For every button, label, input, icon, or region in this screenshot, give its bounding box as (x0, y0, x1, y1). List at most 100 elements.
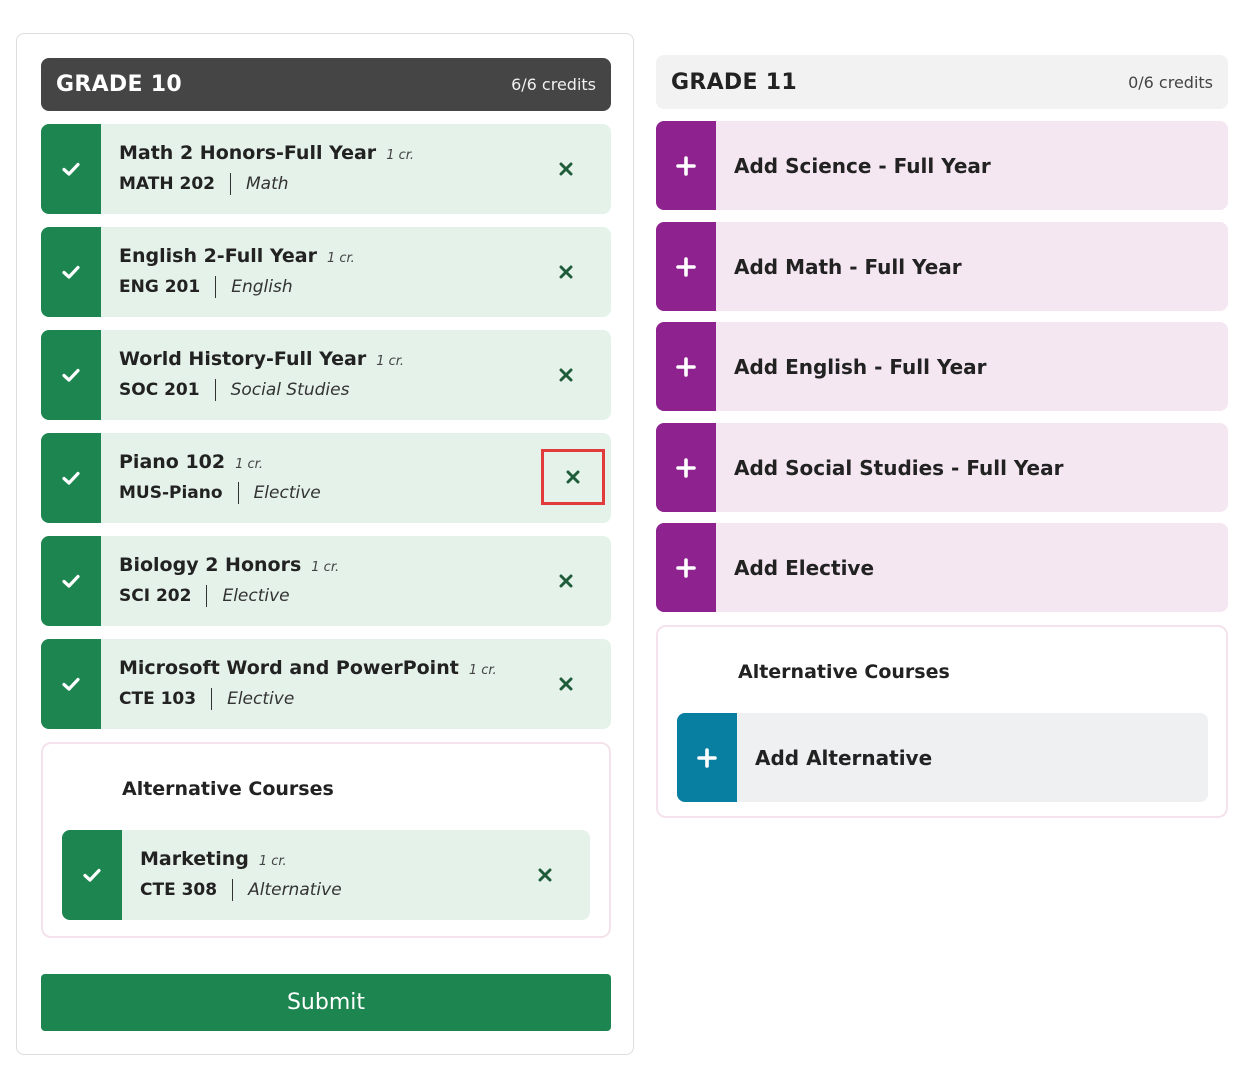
course-credits: 1 cr. (326, 251, 355, 266)
course-name: Biology 2 Honors (119, 554, 302, 576)
check-icon (62, 265, 80, 279)
course-name: English 2-Full Year (119, 245, 317, 267)
grade-10-panel: GRADE 10 6/6 credits Math 2 Honors-Full … (16, 33, 634, 1055)
plus-icon (676, 557, 696, 578)
alternative-courses-box-grade-11: Alternative Courses Add Alternative (656, 625, 1228, 818)
course-credits: 1 cr. (235, 457, 263, 472)
divider (215, 276, 217, 298)
add-bar (656, 523, 716, 612)
check-icon (62, 368, 80, 382)
add-english-button[interactable]: Add English - Full Year (656, 322, 1228, 411)
add-label: Add Math - Full Year (734, 254, 962, 279)
course-credits: 1 cr. (468, 663, 497, 678)
add-bar (656, 423, 716, 512)
add-bar (677, 713, 737, 802)
remove-course-button[interactable] (549, 667, 583, 701)
course-credits: 1 cr. (386, 148, 415, 163)
course-subject: Alternative (248, 880, 342, 900)
course-name: Marketing (140, 848, 249, 870)
remove-course-button[interactable] (528, 858, 562, 892)
add-label: Add Science - Full Year (734, 153, 991, 178)
course-subject: Elective (222, 586, 290, 606)
x-icon (559, 162, 573, 176)
course-credits: 1 cr. (376, 354, 405, 369)
divider (214, 379, 216, 401)
plus-icon (676, 256, 696, 277)
course-name: Piano 102 (119, 451, 226, 473)
plus-icon (697, 747, 717, 768)
divider (232, 879, 234, 901)
course-subject: Social Studies (230, 380, 350, 400)
course-code: CTE 308 (140, 880, 218, 900)
course-subject: Elective (227, 689, 295, 709)
add-label: Add Elective (734, 555, 875, 580)
x-icon (559, 265, 573, 279)
course-status-bar (41, 330, 101, 420)
remove-course-button[interactable] (549, 358, 583, 392)
add-label: Add English - Full Year (734, 354, 987, 379)
course-credits: 1 cr. (258, 854, 287, 869)
course-card-english[interactable]: English 2-Full Year 1 cr. ENG 201 Englis… (41, 227, 611, 317)
x-icon (559, 368, 573, 382)
divider (206, 585, 208, 607)
grade-11-title: GRADE 11 (671, 69, 797, 95)
course-card-piano[interactable]: Piano 102 1 cr. MUS-Piano Elective (41, 433, 611, 523)
add-math-button[interactable]: Add Math - Full Year (656, 222, 1228, 311)
course-credits: 1 cr. (311, 560, 340, 575)
course-status-bar (41, 536, 101, 626)
course-status-bar (41, 433, 101, 523)
alternative-courses-box: Alternative Courses Marketing 1 cr. CTE … (41, 742, 611, 938)
add-elective-button[interactable]: Add Elective (656, 523, 1228, 612)
divider (229, 173, 231, 195)
plus-icon (676, 356, 696, 377)
grade-11-credits: 0/6 credits (1128, 72, 1213, 92)
submit-button[interactable]: Submit (41, 974, 611, 1031)
check-icon (62, 471, 80, 485)
check-icon (62, 162, 80, 176)
course-status-bar (62, 830, 122, 920)
grade-11-header: GRADE 11 0/6 credits (656, 55, 1228, 109)
course-name: Microsoft Word and PowerPoint (119, 657, 459, 679)
course-code: CTE 103 (119, 689, 197, 709)
add-label: Add Social Studies - Full Year (734, 455, 1064, 480)
grade-10-header: GRADE 10 6/6 credits (41, 58, 611, 111)
course-name: World History-Full Year (119, 348, 367, 370)
grade-10-title: GRADE 10 (56, 72, 182, 97)
course-card-biology[interactable]: Biology 2 Honors 1 cr. SCI 202 Elective (41, 536, 611, 626)
course-card-world-history[interactable]: World History-Full Year 1 cr. SOC 201 So… (41, 330, 611, 420)
add-bar (656, 121, 716, 210)
add-science-button[interactable]: Add Science - Full Year (656, 121, 1228, 210)
x-icon (538, 868, 552, 882)
add-alternative-button[interactable]: Add Alternative (677, 713, 1208, 802)
course-code: SOC 201 (119, 380, 200, 400)
course-card-microsoft-word[interactable]: Microsoft Word and PowerPoint 1 cr. CTE … (41, 639, 611, 729)
check-icon (83, 868, 101, 882)
course-subject: Elective (253, 483, 321, 503)
alternative-courses-title: Alternative Courses (738, 661, 950, 683)
add-social-studies-button[interactable]: Add Social Studies - Full Year (656, 423, 1228, 512)
x-icon (559, 677, 573, 691)
course-code: SCI 202 (119, 586, 192, 606)
course-card-marketing[interactable]: Marketing 1 cr. CTE 308 Alternative (62, 830, 590, 920)
course-subject: Math (245, 174, 289, 194)
plus-icon (676, 457, 696, 478)
alternative-courses-title: Alternative Courses (122, 778, 334, 800)
check-icon (62, 677, 80, 691)
course-code: MATH 202 (119, 174, 215, 194)
course-code: ENG 201 (119, 277, 201, 297)
remove-course-button[interactable] (549, 564, 583, 598)
remove-course-button[interactable] (549, 255, 583, 289)
x-icon (559, 574, 573, 588)
x-icon (566, 470, 580, 484)
add-bar (656, 222, 716, 311)
plus-icon (676, 155, 696, 176)
course-status-bar (41, 227, 101, 317)
course-subject: English (231, 277, 293, 297)
course-status-bar (41, 124, 101, 214)
add-bar (656, 322, 716, 411)
course-name: Math 2 Honors-Full Year (119, 142, 377, 164)
remove-course-button-highlighted[interactable] (541, 449, 605, 505)
course-card-math[interactable]: Math 2 Honors-Full Year 1 cr. MATH 202 M… (41, 124, 611, 214)
check-icon (62, 574, 80, 588)
remove-course-button[interactable] (549, 152, 583, 186)
